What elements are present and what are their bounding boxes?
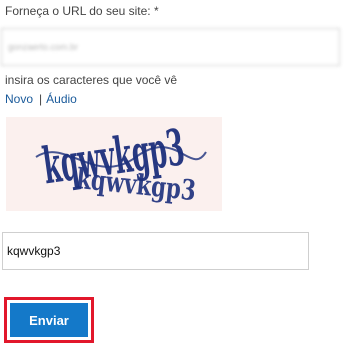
submit-button[interactable]: Enviar bbox=[10, 303, 88, 337]
captcha-link-separator: | bbox=[39, 92, 43, 106]
url-input[interactable] bbox=[1, 28, 340, 66]
captcha-input[interactable] bbox=[2, 232, 309, 270]
captcha-graphic: kqwvkgp3 kqwvkgp3 bbox=[35, 117, 207, 207]
url-field-label: Forneça o URL do seu site: * bbox=[5, 4, 159, 18]
captcha-label: insira os caracteres que você vê bbox=[5, 73, 178, 87]
captcha-new-link[interactable]: Novo bbox=[5, 92, 33, 106]
captcha-audio-link[interactable]: Áudio bbox=[46, 92, 77, 106]
captcha-links: Novo | Áudio bbox=[5, 92, 77, 106]
submit-highlight-frame: Enviar bbox=[4, 297, 94, 343]
captcha-image: kqwvkgp3 kqwvkgp3 bbox=[6, 117, 222, 211]
